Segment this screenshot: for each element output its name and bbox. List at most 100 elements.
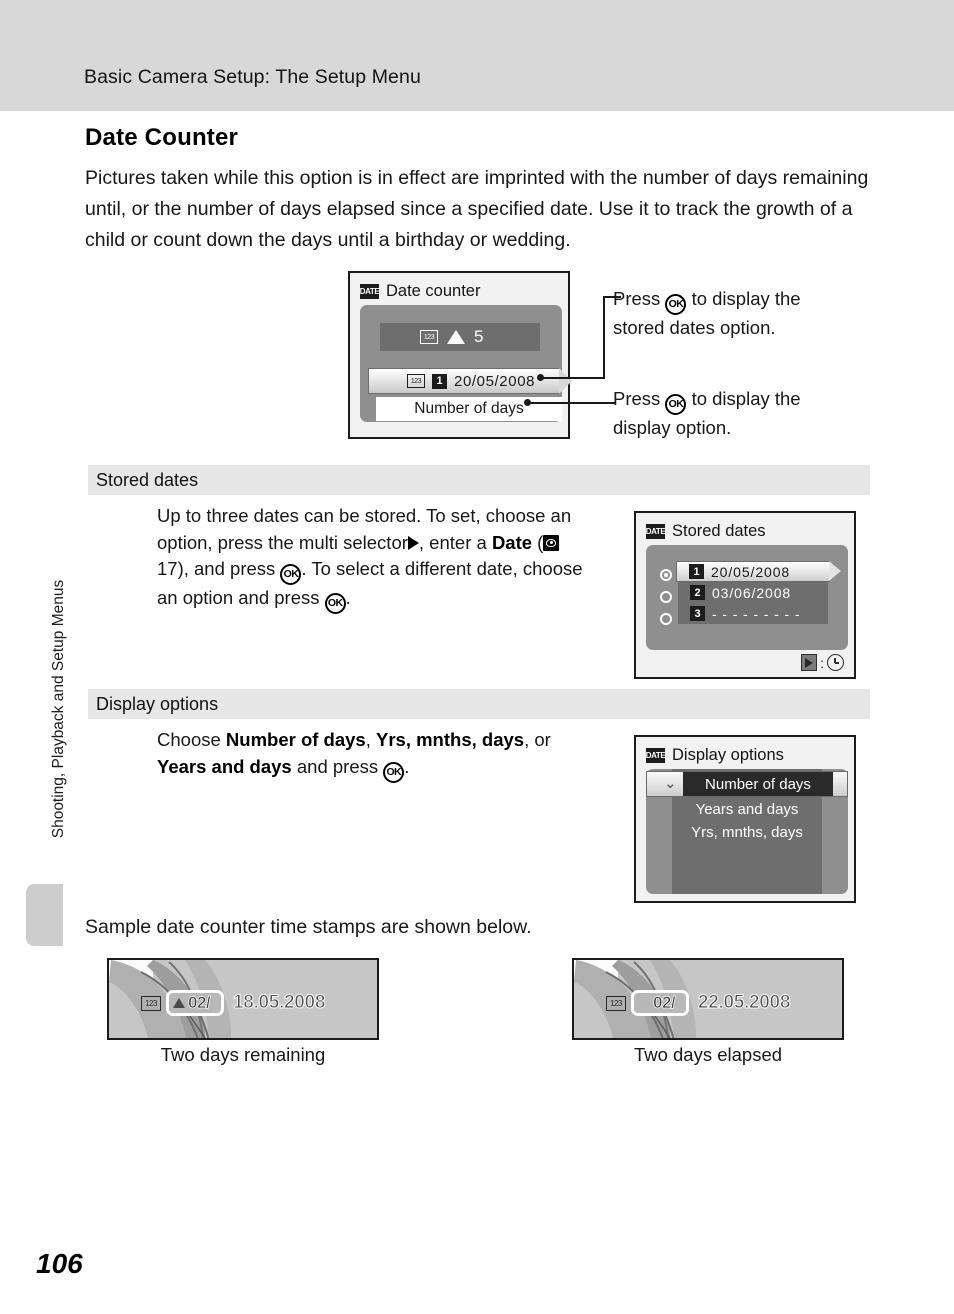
slot-number-badge: 2 [690,585,705,600]
days-value: 5 [474,327,484,346]
list-item[interactable]: 1 20/05/2008 [676,561,841,582]
up-triangle-icon [447,330,465,344]
page-reference-icon [543,534,560,551]
chapter-thumb-tab [26,884,63,946]
stored-dates-list: 1 20/05/2008 2 03/06/2008 3 - - - - - - … [676,561,841,624]
screen-title-text: Display options [672,745,784,764]
multi-selector-right-icon [407,535,419,550]
screen-title-text: Date counter [386,281,481,300]
page-title: Date Counter [85,124,239,151]
counter-icon: 123 [606,995,626,1011]
counter-icon: 123 [420,330,438,344]
callout-text-1a: Press [613,288,661,309]
body-text-b: , enter a [418,531,487,553]
section-body-stored-dates: Up to three dates can be stored. To set,… [157,503,587,614]
ok-button-icon: OK [383,761,405,783]
play-icon [801,654,818,671]
radio-button-slot-1[interactable] [660,569,672,581]
section-header-display-options: Display options [88,689,870,719]
list-item[interactable]: 3 - - - - - - - - - [678,603,828,624]
stored-date-value: - - - - - - - - - [712,605,801,622]
display-option-value: Number of days [414,400,524,417]
callout-text-1b: to display the [691,288,801,309]
option-number-of-days: Number of days [225,729,366,750]
callout-stored-dates: Press OK to display the stored dates opt… [613,286,883,341]
radio-button-slot-3[interactable] [660,613,672,625]
body-text-a: Choose [157,729,221,750]
screen-title-bar: DATE Display options [646,744,784,766]
lcd-screen-date-counter: DATE Date counter 123 5 123 1 20/05/2008… [348,271,572,439]
leader-line-1-horizontal [543,376,605,379]
date-stamp: 123 02/ 22.05.2008 [606,990,791,1016]
callout-display-option: Press OK to display the display option. [613,386,883,441]
days-remaining-row: 123 5 [380,323,540,351]
screen-footer: : [801,654,844,671]
body-text-c: 17), and press [157,558,276,579]
sample-intro-line: Sample date counter time stamps are show… [85,916,532,938]
days-count-value: 02/ [653,993,676,1013]
lcd-screen-display-options: DATE Display options ⌄ Number of days Ye… [634,735,856,903]
sep-1: , [365,729,371,750]
stored-date-value: 20/05/2008 [454,372,536,390]
menu-item-label: Yrs, mnths, days [691,824,803,841]
list-item[interactable]: 2 03/06/2008 [678,582,828,603]
ok-button-icon: OK [324,593,346,614]
sample-photo-elapsed: 123 02/ 22.05.2008 [572,958,844,1040]
stored-date-value: 20/05/2008 [711,563,791,580]
chapter-vertical-label: Shooting, Playback and Setup Menus [50,579,67,839]
menu-item[interactable]: Yrs, mnths, days [672,821,822,844]
sample-caption-elapsed: Two days elapsed [633,1044,783,1065]
slot-number-badge: 3 [690,606,705,621]
radio-button-slot-2[interactable] [660,591,672,603]
no-marker-spacer [638,998,650,1008]
menu-item-label: Years and days [695,801,799,818]
selection-arrow-tail [829,561,841,581]
selection-arrow-tail [559,368,572,394]
date-icon: DATE [646,523,666,539]
sample-caption-remaining: Two days remaining [160,1044,326,1065]
section-header-stored-dates: Stored dates [88,465,870,495]
date-stamp: 123 02/ 18.05.2008 [141,990,326,1016]
ok-button-icon: OK [665,294,687,315]
up-triangle-icon [173,998,185,1008]
menu-item[interactable]: Years and days [672,798,822,821]
photo-date-value: 22.05.2008 [697,992,791,1014]
counter-icon: 123 [407,374,425,388]
section-heading-text: Stored dates [96,470,199,490]
callout-text-2b: to display the [691,388,801,409]
callout-text-2c: display option. [613,417,732,438]
sample-photo-remaining: 123 02/ 18.05.2008 [107,958,379,1040]
footer-separator: : [820,654,824,671]
sep-2: , or [524,729,551,750]
callout-text-1c: stored dates option. [613,317,776,338]
date-icon: DATE [646,747,666,763]
date-icon: DATE [360,283,380,299]
section-body-display-options: Choose Number of days, Yrs, mnths, days,… [157,727,577,783]
selected-item-highlight: Number of days [683,772,833,796]
section-heading-text: Display options [96,694,219,714]
body-bold-date: Date [491,531,533,553]
ok-button-icon: OK [280,564,302,585]
screen-title-bar: DATE Date counter [360,280,481,302]
page-number: 106 [36,1248,83,1279]
option-yrs-mnths-days: Yrs, mnths, days [376,729,525,750]
leader-line-1-vertical [603,296,605,378]
body-text-c: . [404,755,410,777]
slot-number-badge: 1 [432,373,447,389]
body-text-e: . [345,587,351,608]
slot-number-badge: 1 [689,564,704,579]
option-years-and-days: Years and days [157,755,292,777]
body-text-b: and press [296,755,379,777]
counter-icon: 123 [141,995,161,1011]
days-count-pill: 02/ [631,990,689,1016]
lcd-screen-stored-dates: DATE Stored dates 1 20/05/2008 2 03/06/2… [634,511,856,679]
screen-title-text: Stored dates [672,521,766,540]
callout-text-2a: Press [613,388,661,409]
menu-item-selected[interactable]: ⌄ Number of days [646,771,848,797]
days-count-pill: 02/ [166,990,224,1016]
stored-date-row[interactable]: 123 1 20/05/2008 [368,368,572,394]
menu-item-label: Number of days [705,775,811,793]
days-count-value: 02/ [188,993,211,1013]
chevron-down-icon: ⌄ [664,775,677,792]
leader-line-2-horizontal [530,401,616,404]
